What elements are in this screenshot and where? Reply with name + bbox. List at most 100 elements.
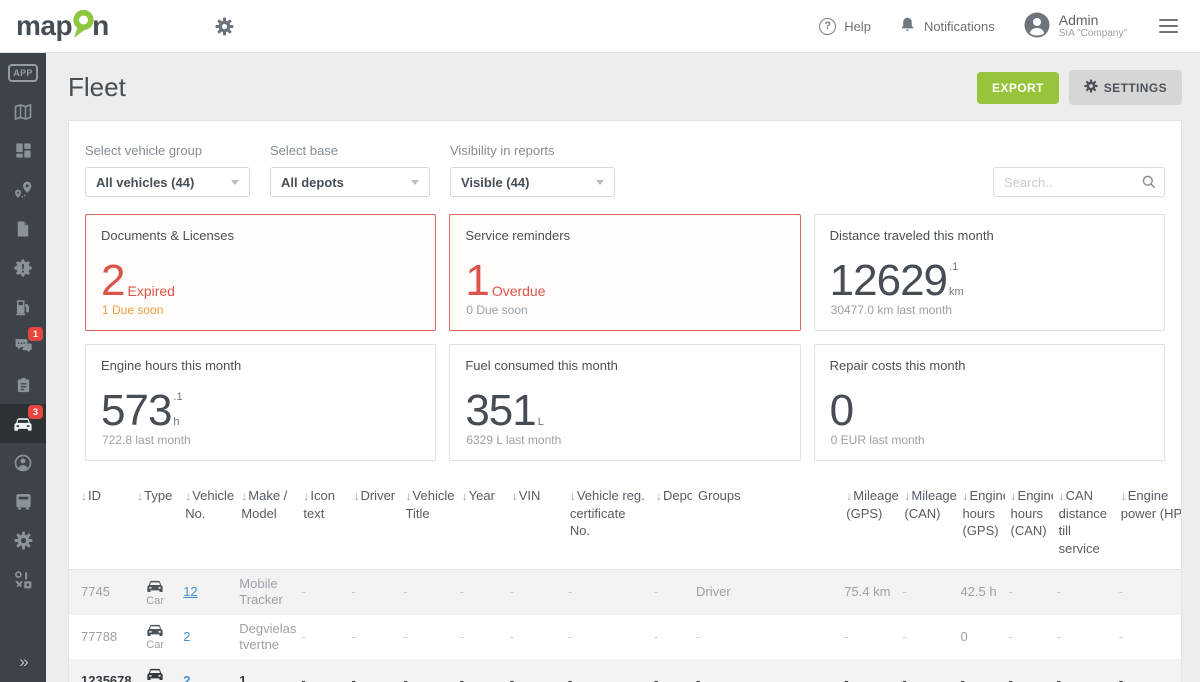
column-header-type[interactable]: ↓Type: [131, 483, 179, 570]
column-header-mileage-can[interactable]: ↓Mileage (CAN): [898, 483, 956, 570]
sidebar-item-tools[interactable]: [0, 560, 46, 599]
vehicle-type-label: Car: [135, 639, 175, 652]
mapon-logo[interactable]: mapn: [16, 6, 109, 47]
visibility-value: Visible (44): [461, 175, 529, 190]
cell-make-model: Mobile Tracker: [235, 570, 297, 615]
sidebar-item-documents[interactable]: [0, 209, 46, 248]
page-title: Fleet: [68, 72, 977, 103]
stat-card-title: Documents & Licenses: [101, 228, 420, 243]
routes-icon: [13, 180, 33, 200]
sidebar-expand-button[interactable]: »: [0, 652, 46, 672]
column-header-can-distance[interactable]: ↓CAN distance till service: [1053, 483, 1115, 570]
table-row[interactable]: 77788Car2Degvielas tvertne----------0---: [69, 615, 1182, 660]
column-header-year[interactable]: ↓Year: [456, 483, 506, 570]
cell-mileage-can: -: [898, 615, 956, 660]
table-row[interactable]: 7745Car12Mobile Tracker-------Driver75.4…: [69, 570, 1182, 615]
stat-card-title: Service reminders: [465, 228, 784, 243]
stat-card-title: Engine hours this month: [101, 358, 420, 373]
car-icon: [135, 578, 175, 594]
stat-value: 0: [830, 388, 853, 434]
vehicle-no-link[interactable]: 2: [183, 629, 190, 644]
gear-icon: [1084, 79, 1098, 96]
column-header-icon-text[interactable]: ↓Icon text: [297, 483, 347, 570]
sort-icon: ↓: [846, 489, 852, 503]
stat-card-title: Fuel consumed this month: [465, 358, 784, 373]
column-header-vin[interactable]: ↓VIN: [506, 483, 564, 570]
column-header-reg-cert[interactable]: ↓Vehicle reg. certificate No.: [564, 483, 650, 570]
sidebar-item-map[interactable]: [0, 92, 46, 131]
sidebar-item-alerts[interactable]: [0, 248, 46, 287]
fleet-badge: 3: [28, 405, 43, 419]
cell-year: -: [456, 659, 506, 682]
column-header-mileage-gps[interactable]: ↓Mileage (GPS): [840, 483, 898, 570]
sidebar-item-routes[interactable]: [0, 170, 46, 209]
cell-type: Car: [131, 570, 179, 615]
column-label: CAN distance till service: [1059, 488, 1107, 556]
cell-engine-power: -: [1115, 615, 1182, 660]
help-button[interactable]: ? Help: [819, 18, 871, 35]
vehicle-no-link[interactable]: 2: [183, 673, 190, 682]
sidebar-item-fleet[interactable]: 3: [0, 404, 46, 443]
cell-reg-cert: -: [564, 570, 650, 615]
quick-settings-gear-icon[interactable]: [215, 17, 234, 36]
sidebar-item-app[interactable]: APP: [0, 53, 46, 92]
stat-subtext: 722.8 last month: [102, 433, 191, 447]
vehicle-group-label: Select vehicle group: [85, 143, 250, 158]
user-menu[interactable]: Admin SIA "Company": [1023, 11, 1127, 42]
sort-icon: ↓: [406, 489, 412, 503]
column-header-id[interactable]: ↓ID: [69, 483, 131, 570]
column-header-vehicle-no[interactable]: ↓Vehicle No.: [179, 483, 235, 570]
sidebar-item-dashboard[interactable]: [0, 131, 46, 170]
cell-reg-cert: -: [564, 659, 650, 682]
column-header-engine-hours-can[interactable]: ↓Engine hours (CAN): [1005, 483, 1053, 570]
column-label: Engine hours (GPS): [962, 488, 1004, 538]
base-select[interactable]: All depots: [270, 167, 430, 197]
menu-icon[interactable]: [1155, 15, 1182, 38]
vehicle-group-select[interactable]: All vehicles (44): [85, 167, 250, 197]
export-button[interactable]: EXPORT: [977, 72, 1059, 104]
cell-groups: Driver: [692, 570, 840, 615]
cell-can-distance: -: [1053, 570, 1115, 615]
visibility-select[interactable]: Visible (44): [450, 167, 615, 197]
base-value: All depots: [281, 175, 344, 190]
chevron-down-icon: [411, 180, 419, 185]
column-header-depot[interactable]: ↓Depot: [650, 483, 692, 570]
column-label: Mileage (GPS): [846, 488, 898, 521]
fuel-icon: [14, 297, 32, 317]
sidebar-item-fuel[interactable]: [0, 287, 46, 326]
logo-text-right: n: [92, 10, 109, 42]
sidebar-item-messages[interactable]: 1: [0, 326, 46, 365]
sort-icon: ↓: [1059, 489, 1065, 503]
sidebar: APP 1 3 »: [0, 53, 46, 682]
column-header-make-model[interactable]: ↓Make / Model: [235, 483, 297, 570]
sort-icon: ↓: [962, 489, 968, 503]
van-icon: [14, 492, 33, 511]
cell-icon-text: -: [297, 659, 347, 682]
user-company: SIA "Company": [1059, 28, 1127, 40]
stat-card: Fuel consumed this month351L6329 L last …: [449, 344, 800, 461]
table-row[interactable]: 1235678Car21--------------: [69, 659, 1182, 682]
sort-icon: ↓: [1011, 489, 1017, 503]
column-label: Make / Model: [241, 488, 287, 521]
notifications-button[interactable]: Notifications: [899, 15, 995, 37]
stat-value: 351: [465, 388, 535, 434]
search-input[interactable]: [993, 167, 1165, 197]
column-header-driver[interactable]: ↓Driver: [347, 483, 399, 570]
column-header-vehicle-title[interactable]: ↓Vehicle Title: [400, 483, 456, 570]
stat-subtext: 0 EUR last month: [831, 433, 925, 447]
sidebar-item-drivers[interactable]: [0, 443, 46, 482]
vehicle-no-link[interactable]: 12: [183, 584, 197, 599]
sidebar-item-settings[interactable]: [0, 521, 46, 560]
column-header-engine-hours-gps[interactable]: ↓Engine hours (GPS): [956, 483, 1004, 570]
column-header-engine-power[interactable]: ↓Engine power (HP): [1115, 483, 1182, 570]
stat-value: 12629: [830, 258, 947, 304]
cell-engine-hours-gps: 0: [956, 615, 1004, 660]
column-label: Engine power (HP): [1121, 488, 1182, 521]
tasks-icon: [15, 375, 32, 395]
settings-button[interactable]: SETTINGS: [1069, 70, 1182, 105]
sidebar-item-tasks[interactable]: [0, 365, 46, 404]
sidebar-item-van[interactable]: [0, 482, 46, 521]
column-label: VIN: [519, 488, 541, 503]
notifications-label: Notifications: [924, 19, 995, 34]
cell-engine-hours-gps: 42.5 h: [956, 570, 1004, 615]
